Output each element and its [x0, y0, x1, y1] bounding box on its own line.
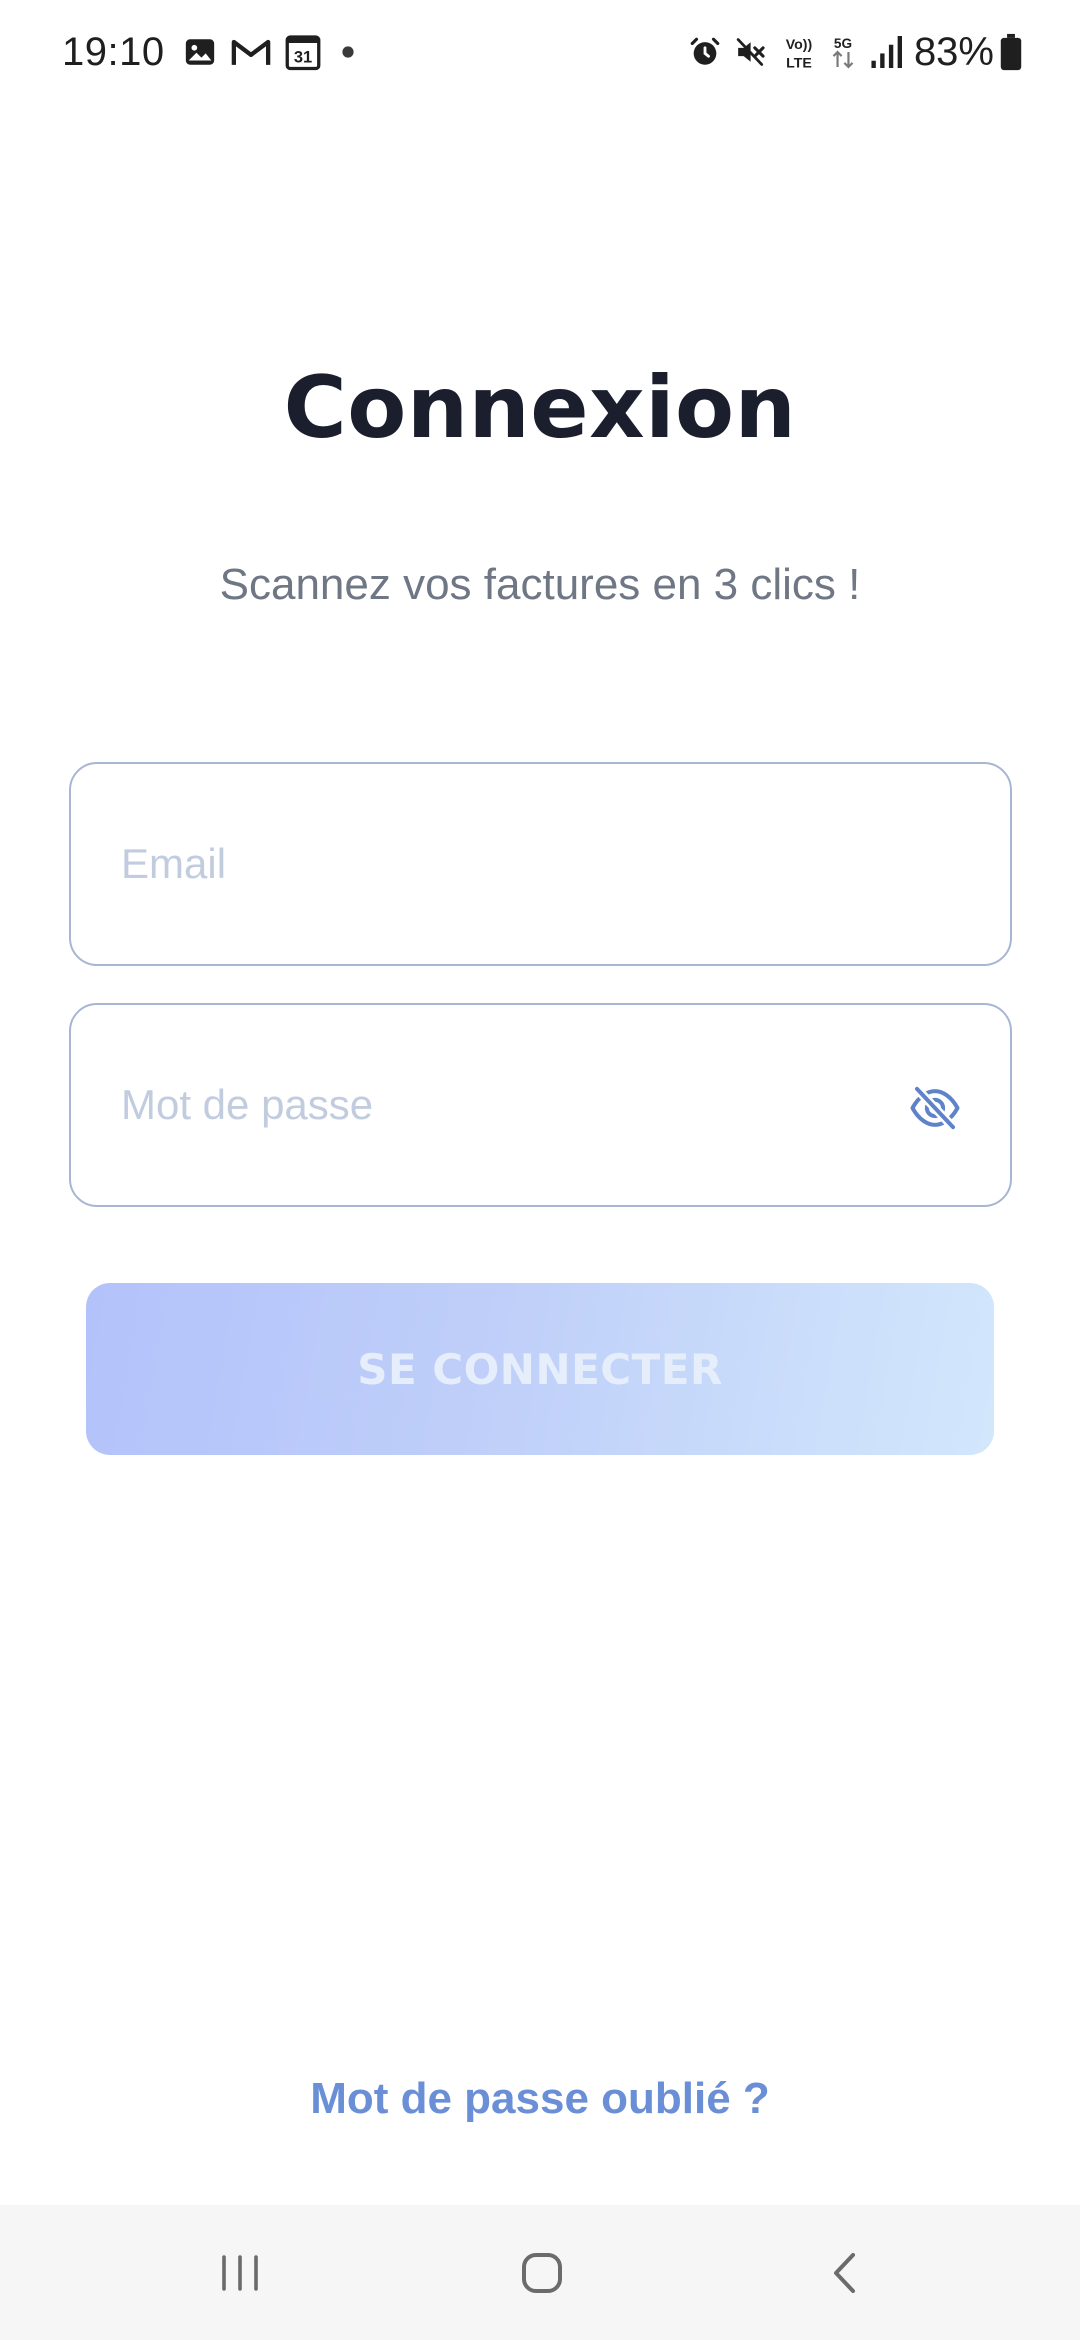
svg-text:5G: 5G	[834, 36, 852, 51]
battery-icon	[1000, 33, 1022, 71]
mute-icon	[736, 38, 765, 66]
navigation-bar	[0, 2205, 1080, 2340]
recents-icon	[222, 2254, 258, 2291]
alarm-icon	[690, 37, 720, 65]
calendar-day: 31	[293, 49, 311, 67]
status-bar: 19:10 31 Vo)) LTE 5G 83%	[0, 0, 1080, 100]
status-time: 19:10	[62, 29, 165, 74]
notification-dot-icon	[342, 46, 354, 58]
gmail-icon	[231, 39, 270, 65]
page-subtitle: Scannez vos factures en 3 clics !	[219, 560, 861, 609]
svg-text:LTE: LTE	[786, 56, 812, 72]
password-input[interactable]	[121, 1005, 901, 1205]
status-left: 19:10 31	[62, 22, 355, 82]
login-button[interactable]: SE CONNECTER	[86, 1283, 994, 1455]
back-icon	[834, 2252, 855, 2293]
email-input[interactable]	[121, 764, 901, 964]
5g-icon: 5G	[832, 36, 854, 69]
forgot-password-link[interactable]: Mot de passe oublié ?	[0, 2074, 1080, 2124]
battery-percent: 83%	[913, 29, 994, 74]
svg-text:Vo)): Vo))	[786, 37, 813, 53]
password-field[interactable]	[69, 1003, 1012, 1207]
volte-icon: Vo)) LTE	[786, 37, 813, 72]
eye-off-icon[interactable]	[908, 1081, 962, 1135]
gallery-icon	[185, 39, 214, 65]
home-icon	[522, 2252, 562, 2293]
calendar-icon: 31	[285, 35, 321, 71]
signal-icon	[871, 36, 902, 68]
home-button[interactable]	[462, 2205, 622, 2340]
status-right: Vo)) LTE 5G 83%	[676, 22, 1022, 82]
back-button[interactable]	[766, 2205, 926, 2340]
login-screen: 19:10 31 Vo)) LTE 5G 83% Connexion Scann…	[0, 0, 1080, 2340]
email-field[interactable]	[69, 762, 1012, 966]
recents-button[interactable]	[160, 2205, 320, 2340]
page-title: Connexion	[283, 358, 797, 458]
